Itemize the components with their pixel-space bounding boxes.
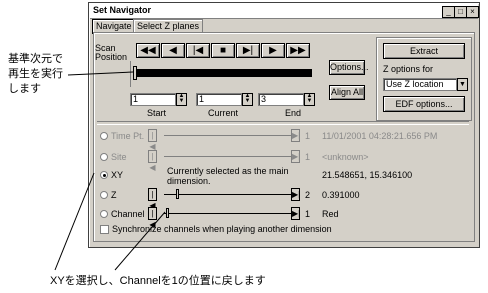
play-icon: ▶ (269, 45, 277, 56)
radio-z[interactable] (100, 191, 108, 199)
xy-readout: 21.548651, 15.346100 (322, 170, 413, 180)
current-label: Current (208, 108, 239, 118)
channel-slider[interactable] (164, 213, 294, 214)
annotation-left-line2: 再生を実行 (8, 68, 63, 80)
start-label: Start (147, 108, 167, 118)
window-title: Set Navigator (93, 5, 152, 15)
z-readout: 0.391000 (322, 190, 360, 200)
fast-forward-button[interactable]: ▶▶ (286, 43, 310, 58)
dim-label-xy: XY (111, 170, 124, 180)
align-all-button[interactable]: Align All (329, 85, 365, 100)
edf-options-button[interactable]: EDF options... (383, 96, 465, 112)
end-label: End (285, 108, 302, 118)
tab-select-z-planes[interactable]: Select Z planes (133, 19, 204, 33)
step-back-icon: ◀ (169, 45, 177, 56)
dim-label-z: Z (111, 190, 117, 200)
stop-button[interactable]: ■ (211, 43, 235, 58)
panel-separator (97, 121, 469, 125)
skip-start-button[interactable]: |◀ (186, 43, 210, 58)
radio-xy[interactable] (100, 171, 108, 179)
radio-site[interactable] (100, 153, 108, 161)
xy-main-dimension-note: Currently selected as the main dimension… (167, 166, 289, 186)
channel-end-button[interactable]: ▶| (291, 207, 300, 220)
time-pt-start-button[interactable]: |◀ (148, 129, 157, 151)
z-options-select[interactable]: Use Z location (383, 78, 457, 91)
channel-value: 1 (305, 209, 311, 219)
start-field[interactable]: 1 (130, 93, 176, 106)
annotation-left: 基準次元で 再生を実行 します (8, 52, 63, 97)
z-value: 2 (305, 190, 311, 200)
time-pt-end-button[interactable]: ▶| (291, 129, 300, 142)
skip-end-icon: ▶| (292, 131, 301, 140)
fast-forward-icon: ▶▶ (290, 45, 306, 56)
scan-slider[interactable] (134, 69, 312, 77)
rewind-icon: ◀◀ (140, 45, 156, 56)
skip-start-icon: |◀ (192, 45, 204, 56)
position-label: Position (95, 52, 128, 62)
close-button[interactable]: × (466, 6, 479, 18)
site-value: 1 (305, 152, 311, 162)
end-field[interactable]: 3 (258, 93, 304, 106)
end-spinner[interactable]: ▲ ▼ (304, 93, 315, 106)
scan-slider-thumb[interactable] (133, 66, 137, 80)
annotation-left-line3: します (8, 83, 41, 95)
step-back-button[interactable]: ◀ (161, 43, 185, 58)
skip-start-icon: |◀ (149, 152, 156, 172)
play-button[interactable]: ▶ (261, 43, 285, 58)
z-slider-thumb[interactable] (176, 189, 179, 199)
time-pt-readout: 11/01/2001 04:28:21.656 PM (322, 131, 438, 141)
z-options-dropdown-arrow[interactable]: ▼ (457, 78, 468, 91)
slider-left-tick (130, 61, 131, 87)
time-pt-value: 1 (305, 131, 311, 141)
z-options-label: Z options for (383, 64, 434, 74)
annotation-left-line1: 基準次元で (8, 53, 63, 65)
skip-end-icon: ▶| (242, 45, 254, 56)
channel-readout: Red (322, 209, 339, 219)
dim-label-site: Site (111, 152, 127, 162)
z-end-button[interactable]: ▶| (291, 188, 300, 201)
site-slider[interactable] (164, 156, 294, 157)
sync-checkbox[interactable] (100, 225, 109, 234)
dim-label-channel: Channel (111, 209, 145, 219)
channel-start-button[interactable]: |◀ (148, 207, 157, 229)
skip-end-button[interactable]: ▶| (236, 43, 260, 58)
annotation-bottom: XYを選択し、Channelを1の位置に戻します (50, 275, 266, 287)
title-bar: Set Navigator _ □ × (90, 4, 479, 19)
skip-end-icon: ▶| (292, 152, 301, 161)
time-pt-slider[interactable] (164, 135, 294, 136)
rewind-button[interactable]: ◀◀ (136, 43, 160, 58)
radio-time-pt[interactable] (100, 132, 108, 140)
site-start-button[interactable]: |◀ (148, 150, 157, 172)
stop-icon: ■ (219, 45, 227, 56)
skip-end-icon: ▶| (292, 190, 301, 199)
dim-label-time-pt: Time Pt. (111, 131, 145, 141)
current-spinner[interactable]: ▲ ▼ (242, 93, 253, 106)
start-spinner[interactable]: ▲ ▼ (176, 93, 187, 106)
z-slider[interactable] (164, 194, 294, 195)
channel-slider-thumb[interactable] (166, 208, 169, 218)
skip-start-icon: |◀ (149, 131, 156, 151)
extract-button[interactable]: Extract (383, 43, 465, 59)
set-navigator-window: Set Navigator _ □ × Navigate Select Z pl… (88, 2, 480, 248)
z-start-button[interactable]: |◀ (148, 188, 157, 210)
radio-channel[interactable] (100, 210, 108, 218)
site-end-button[interactable]: ▶| (291, 150, 300, 163)
current-field[interactable]: 1 (196, 93, 242, 106)
site-readout: <unknown> (322, 152, 369, 162)
skip-end-icon: ▶| (292, 209, 301, 218)
options-button[interactable]: Options... (329, 60, 369, 75)
sync-checkbox-label: Synchronize channels when playing anothe… (112, 224, 332, 234)
